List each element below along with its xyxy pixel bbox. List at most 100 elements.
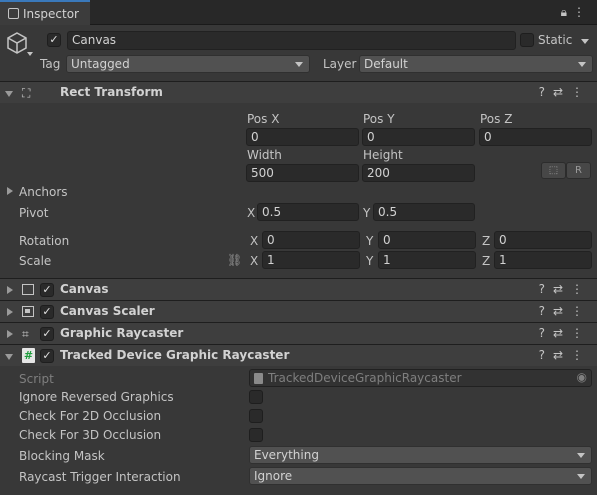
lock-icon[interactable]: 🔒︎	[561, 5, 573, 19]
script-value: TrackedDeviceGraphicRaycaster	[268, 371, 462, 385]
static-checkbox[interactable]	[520, 33, 534, 47]
presets-icon[interactable]: ⇄	[553, 326, 571, 340]
raw-edit-button[interactable]: R	[566, 162, 591, 179]
canvas-scaler-component-header[interactable]: ✓ Canvas Scaler ?⇄⋮	[0, 300, 597, 322]
foldout-arrow-icon[interactable]	[5, 91, 13, 97]
kebab-menu-icon[interactable]: ⋮	[571, 85, 591, 99]
help-icon[interactable]: ?	[539, 326, 553, 340]
rotation-x-field[interactable]: 0	[262, 231, 360, 249]
height-label: Height	[363, 148, 403, 162]
pivot-x-field[interactable]: 0.5	[257, 203, 359, 221]
pivot-y-field[interactable]: 0.5	[373, 203, 475, 221]
tab-buttons: 🔒︎⋮	[561, 5, 591, 20]
kebab-menu-icon[interactable]: ⋮	[571, 348, 591, 362]
constrain-proportions-link-icon[interactable]: ⛓	[227, 253, 242, 267]
canvas-icon	[22, 284, 34, 295]
canvas-scaler-icon	[22, 306, 34, 317]
script-field: TrackedDeviceGraphicRaycaster ◉	[249, 369, 592, 387]
help-icon[interactable]: ?	[539, 348, 553, 362]
presets-icon[interactable]: ⇄	[553, 304, 571, 318]
check-2d-label: Check For 2D Occlusion	[19, 409, 162, 423]
component-enabled-checkbox[interactable]: ✓	[40, 349, 54, 363]
header-icons: ?⇄⋮	[539, 326, 591, 340]
tab-bar: Inspector 🔒︎⋮	[0, 0, 597, 25]
scale-y-field[interactable]: 1	[378, 251, 476, 269]
presets-icon[interactable]: ⇄	[553, 348, 571, 362]
tracked-device-graphic-raycaster-header[interactable]: # ✓ Tracked Device Graphic Raycaster ?⇄⋮	[0, 344, 597, 366]
script-icon: #	[22, 348, 35, 363]
kebab-menu-icon[interactable]: ⋮	[571, 326, 591, 340]
blocking-mask-dropdown[interactable]: Everything	[249, 446, 592, 464]
tag-label: Tag	[40, 57, 61, 71]
blueprint-mode-button[interactable]: ⬚	[541, 162, 566, 179]
anchors-foldout-icon[interactable]	[7, 187, 13, 195]
header-icons: ?⇄⋮	[539, 304, 591, 318]
canvas-component-header[interactable]: ✓ Canvas ?⇄⋮	[0, 278, 597, 300]
component-enabled-checkbox[interactable]: ✓	[40, 283, 54, 297]
header-icons: ?⇄⋮	[539, 348, 591, 362]
component-title: Canvas	[60, 282, 109, 296]
pivot-y-axis-label: Y	[363, 206, 371, 220]
gameobject-icon-dropdown[interactable]	[27, 52, 33, 56]
help-icon[interactable]: ?	[539, 85, 553, 99]
active-checkbox[interactable]: ✓	[47, 33, 61, 47]
tag-dropdown[interactable]: Untagged	[66, 55, 310, 73]
blocking-mask-label: Blocking Mask	[19, 449, 105, 463]
script-label: Script	[19, 372, 54, 386]
scale-x-field[interactable]: 1	[262, 251, 360, 269]
width-field[interactable]: 500	[246, 164, 359, 182]
ignore-reversed-checkbox[interactable]	[249, 390, 263, 404]
component-title: Graphic Raycaster	[60, 326, 184, 340]
scale-z-field[interactable]: 1	[494, 251, 592, 269]
header-icons: ?⇄⋮	[539, 282, 591, 296]
component-title: Canvas Scaler	[60, 304, 155, 318]
rotation-z-field[interactable]: 0	[494, 231, 592, 249]
width-label: Width	[247, 148, 282, 162]
object-picker-icon: ◉	[576, 370, 587, 384]
pos-y-field[interactable]: 0	[362, 128, 475, 146]
help-icon[interactable]: ?	[539, 282, 553, 296]
gameobject-icon[interactable]	[6, 31, 28, 55]
rot-x-axis-label: X	[250, 234, 259, 248]
tab-inspector[interactable]: Inspector	[0, 0, 90, 25]
foldout-arrow-icon[interactable]	[5, 354, 13, 360]
graphic-raycaster-component-header[interactable]: ⌗ ✓ Graphic Raycaster ?⇄⋮	[0, 322, 597, 344]
check-3d-checkbox[interactable]	[249, 428, 263, 442]
foldout-arrow-icon[interactable]	[7, 286, 13, 294]
foldout-arrow-icon[interactable]	[7, 330, 13, 338]
script-file-icon	[254, 373, 263, 384]
rect-transform-header[interactable]: ⛶ Rect Transform ?⇄⋮	[0, 81, 597, 103]
raycast-trigger-dropdown[interactable]: Ignore	[249, 467, 592, 485]
scale-label: Scale	[19, 254, 52, 268]
rot-z-axis-label: Z	[482, 234, 491, 248]
presets-icon[interactable]: ⇄	[553, 85, 571, 99]
static-dropdown-arrow[interactable]	[581, 39, 589, 44]
pivot-label: Pivot	[19, 206, 49, 220]
presets-icon[interactable]: ⇄	[553, 282, 571, 296]
scale-z-axis-label: Z	[482, 254, 491, 268]
pos-x-label: Pos X	[247, 112, 280, 126]
check-2d-checkbox[interactable]	[249, 409, 263, 423]
kebab-menu-icon[interactable]: ⋮	[571, 304, 591, 318]
pos-z-field[interactable]: 0	[479, 128, 592, 146]
raycast-trigger-label: Raycast Trigger Interaction	[19, 470, 181, 484]
foldout-arrow-icon[interactable]	[7, 308, 13, 316]
component-enabled-checkbox[interactable]: ✓	[40, 305, 54, 319]
object-name-field[interactable]: Canvas	[67, 31, 516, 50]
height-field[interactable]: 200	[362, 164, 475, 182]
component-enabled-checkbox[interactable]: ✓	[40, 327, 54, 341]
pos-x-field[interactable]: 0	[246, 128, 359, 146]
check-3d-label: Check For 3D Occlusion	[19, 428, 162, 442]
kebab-menu-icon[interactable]: ⋮	[573, 5, 591, 19]
scale-y-axis-label: Y	[366, 254, 374, 268]
layer-dropdown[interactable]: Default	[359, 55, 593, 73]
anchors-label[interactable]: Anchors	[19, 185, 68, 199]
help-icon[interactable]: ?	[539, 304, 553, 318]
kebab-menu-icon[interactable]: ⋮	[571, 282, 591, 296]
tab-title: Inspector	[23, 7, 79, 21]
ignore-reversed-label: Ignore Reversed Graphics	[19, 390, 174, 404]
pos-z-label: Pos Z	[480, 112, 513, 126]
scale-x-axis-label: X	[250, 254, 259, 268]
pos-y-label: Pos Y	[363, 112, 395, 126]
rotation-y-field[interactable]: 0	[378, 231, 476, 249]
